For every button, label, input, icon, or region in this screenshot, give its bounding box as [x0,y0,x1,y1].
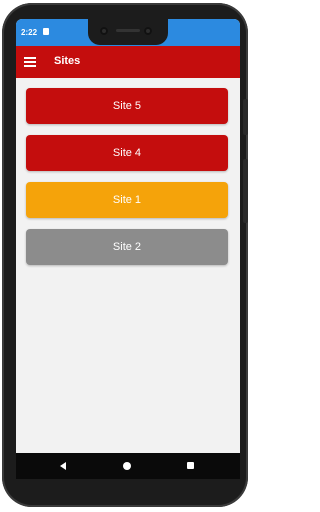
status-time: 2:22 [21,28,38,37]
screen: 2:22 Sites Site 5 Site 4 Site 1 Site 2 [16,19,240,477]
site-button[interactable]: Site 1 [26,182,228,218]
site-button-label: Site 2 [112,241,142,253]
volume-button [243,159,248,223]
site-button-label: Site 5 [112,100,142,112]
notification-icon [43,28,49,35]
status-bar: 2:22 [16,19,240,46]
home-icon[interactable] [123,462,131,470]
page-title: Sites [54,55,81,67]
site-button-label: Site 1 [112,194,142,206]
back-icon[interactable] [60,462,66,470]
front-camera-icon [144,27,152,35]
site-button[interactable]: Site 4 [26,135,228,171]
site-button[interactable]: Site 2 [26,229,228,265]
camera-notch [88,19,168,45]
site-button-label: Site 4 [112,147,142,159]
app-bar: Sites [16,46,240,78]
hamburger-menu-icon[interactable] [24,57,36,67]
speaker-grille [116,29,140,32]
phone-frame: 2:22 Sites Site 5 Site 4 Site 1 Site 2 [2,3,248,507]
site-button[interactable]: Site 5 [26,88,228,124]
recents-icon[interactable] [187,462,194,469]
sites-list: Site 5 Site 4 Site 1 Site 2 [26,88,228,276]
power-button [243,99,248,135]
front-camera-icon [100,27,108,35]
system-nav-bar [16,453,240,479]
